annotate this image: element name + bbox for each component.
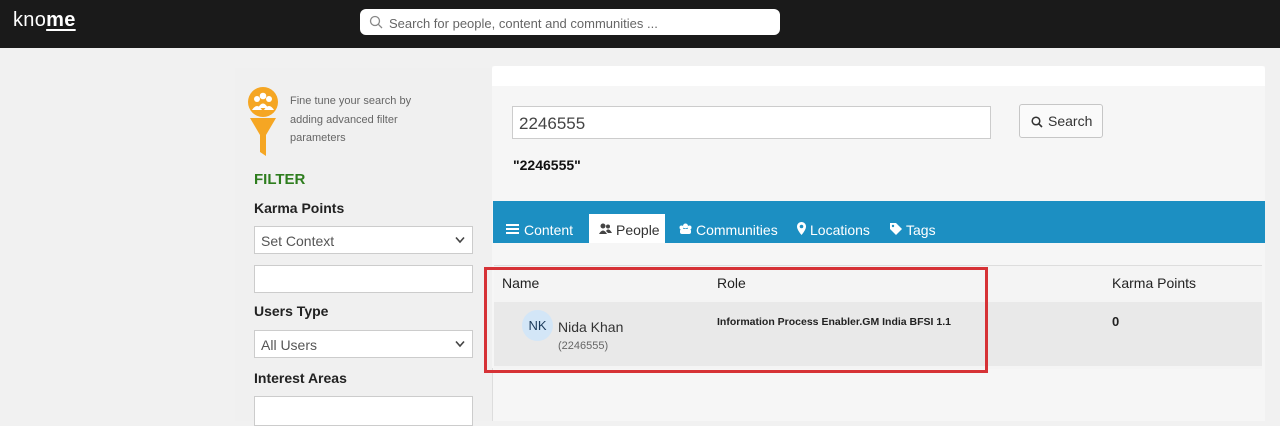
tab-content-label: Content: [524, 222, 574, 238]
list-icon: [506, 224, 519, 234]
tab-content[interactable]: Content: [505, 214, 585, 243]
tab-locations[interactable]: Locations: [796, 214, 876, 243]
tab-communities-label: Communities: [696, 222, 778, 238]
karma-points-input[interactable]: [254, 265, 473, 293]
tag-icon: [890, 223, 902, 235]
tab-tags-label: Tags: [906, 222, 936, 238]
chevron-down-icon: [455, 236, 465, 244]
search-button-label: Search: [1048, 113, 1093, 129]
query-input[interactable]: 2246555: [512, 106, 991, 139]
search-button[interactable]: Search: [1019, 104, 1103, 138]
search-icon: [1031, 116, 1043, 128]
people-icon: [599, 223, 612, 234]
logo-text-bold: me: [46, 9, 76, 31]
location-pin-icon: [797, 222, 806, 235]
tab-locations-label: Locations: [810, 222, 870, 238]
person-karma-points: 0: [1112, 314, 1120, 329]
tab-people-label: People: [616, 222, 660, 238]
tab-communities[interactable]: Communities: [678, 214, 788, 243]
filter-title: FILTER: [254, 171, 306, 188]
tab-people[interactable]: People: [589, 214, 665, 243]
users-type-select[interactable]: All Users: [254, 330, 473, 358]
users-type-label: Users Type: [254, 303, 329, 319]
top-bar: knome: [0, 0, 1280, 48]
filter-hint-text: Fine tune your search by adding advanced…: [290, 95, 412, 144]
query-echo: "2246555": [513, 157, 581, 173]
interest-areas-label: Interest Areas: [254, 370, 347, 386]
column-header-karma: Karma Points: [1112, 275, 1197, 291]
global-search-input[interactable]: [387, 12, 771, 34]
filter-sidebar: Fine tune your search by adding advanced…: [235, 68, 492, 426]
panel-header-strip: [492, 66, 1265, 86]
result-tabs: Content People Communities Locations Tag…: [493, 201, 1265, 243]
funnel-icon: [248, 87, 278, 156]
karma-context-value: Set Context: [261, 233, 335, 249]
panel-divider: [492, 368, 493, 421]
knome-logo[interactable]: knome: [13, 9, 76, 32]
karma-context-select[interactable]: Set Context: [254, 226, 473, 254]
chevron-down-icon: [455, 340, 465, 348]
communities-icon: [679, 223, 692, 234]
tab-tags[interactable]: Tags: [889, 214, 949, 243]
global-search-box[interactable]: [360, 9, 780, 35]
karma-points-label: Karma Points: [254, 200, 345, 216]
search-icon: [369, 15, 383, 29]
interest-areas-input[interactable]: [254, 396, 473, 426]
users-type-value: All Users: [261, 337, 318, 353]
highlight-box: [484, 267, 988, 373]
logo-text-light: kno: [13, 9, 47, 31]
